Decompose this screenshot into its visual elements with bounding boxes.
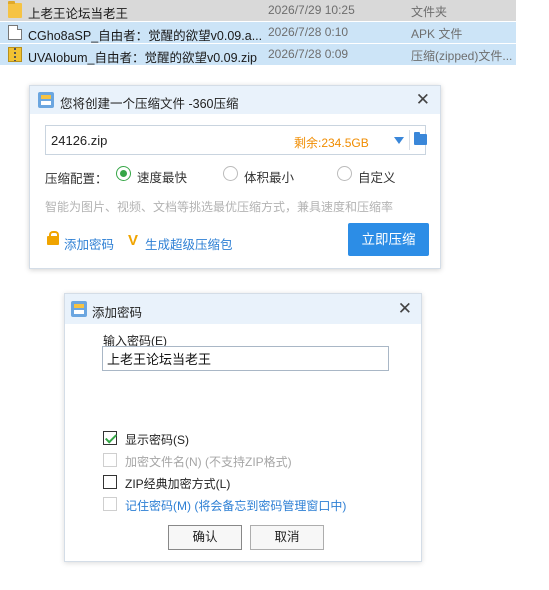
file-row-apk[interactable]: CGho8aSP_自由者：觉醒的欲望v0.09.a... 2026/7/28 0… <box>0 22 516 43</box>
file-date: 2026/7/28 0:10 <box>268 25 349 39</box>
file-name: CGho8aSP_自由者：觉醒的欲望v0.09.a... <box>28 29 263 43</box>
compress-dialog-title-bar[interactable]: 您将创建一个压缩文件 -360压缩 ✕ <box>30 86 440 114</box>
checkbox-label: 显示密码(S) <box>125 433 189 447</box>
file-type: APK 文件 <box>411 27 463 41</box>
password-dialog: 添加密码 ✕ 输入密码(E) 显示密码(S) 加密文件名(N) (不支持ZIP格… <box>64 293 422 562</box>
file-type: 压缩(zipped)文件... <box>411 49 513 63</box>
checkbox-label: 记住密码(M) (将会备忘到密码管理窗口中) <box>125 499 347 513</box>
radio-label: 速度最快 <box>137 171 188 185</box>
radio-label: 自定义 <box>358 171 396 185</box>
password-dialog-title: 添加密码 <box>92 306 143 320</box>
compress-dialog: 您将创建一个压缩文件 -360压缩 ✕ 24126.zip 剩余:234.5GB… <box>29 85 441 269</box>
compress-now-button[interactable]: 立即压缩 <box>348 223 429 256</box>
browse-folder-icon[interactable] <box>414 132 427 145</box>
file-date: 2026/7/28 0:09 <box>268 47 349 61</box>
checkbox-box[interactable] <box>103 431 117 445</box>
config-label: 压缩配置： <box>45 172 108 186</box>
compression-hint: 智能为图片、视频、文档等挑选最优压缩方式，兼具速度和压缩率 <box>45 200 394 214</box>
checkbox-box[interactable] <box>103 475 117 489</box>
password-input[interactable] <box>102 346 389 371</box>
file-type: 文件夹 <box>411 5 448 19</box>
v-badge-icon: V <box>128 232 139 249</box>
remaining-space: 剩余:234.5GB <box>294 136 369 150</box>
confirm-button[interactable]: 确认 <box>168 525 242 550</box>
checkbox-box[interactable] <box>103 497 117 511</box>
app-360zip-icon <box>38 92 54 108</box>
file-icon <box>8 25 22 40</box>
close-icon[interactable]: ✕ <box>416 90 430 110</box>
super-package-label[interactable]: 生成超级压缩包 <box>145 234 233 253</box>
app-360zip-icon <box>71 301 87 317</box>
cancel-button[interactable]: 取消 <box>250 525 324 550</box>
file-row-folder[interactable]: 上老王论坛当老王 2026/7/29 10:25 文件夹 <box>0 0 516 21</box>
divider <box>409 130 410 150</box>
radio-label: 体积最小 <box>244 171 295 185</box>
radio-circle[interactable] <box>116 166 131 181</box>
checkbox-box <box>103 453 117 467</box>
file-date: 2026/7/29 10:25 <box>268 3 355 17</box>
zip-icon <box>8 47 22 62</box>
folder-icon <box>8 1 22 18</box>
file-list: 上老王论坛当老王 2026/7/29 10:25 文件夹 CGho8aSP_自由… <box>0 0 516 66</box>
compress-dialog-title: 您将创建一个压缩文件 -360压缩 <box>60 97 239 111</box>
file-row-zip[interactable]: UVAIobum_自由者：觉醒的欲望v0.09.zip 2026/7/28 0:… <box>0 44 516 65</box>
add-password-label[interactable]: 添加密码 <box>64 234 114 253</box>
chevron-down-icon[interactable] <box>394 137 404 144</box>
lock-icon <box>47 231 59 245</box>
checkbox-label: 加密文件名(N) (不支持ZIP格式) <box>125 455 292 469</box>
checkbox-label: ZIP经典加密方式(L) <box>125 477 231 491</box>
archive-filename[interactable]: 24126.zip <box>51 133 107 148</box>
close-icon[interactable]: ✕ <box>398 299 412 319</box>
radio-circle[interactable] <box>337 166 352 181</box>
password-dialog-title-bar[interactable]: 添加密码 ✕ <box>65 294 421 324</box>
archive-path-field[interactable]: 24126.zip 剩余:234.5GB <box>45 125 427 155</box>
radio-circle[interactable] <box>223 166 238 181</box>
file-name: 上老王论坛当老王 <box>28 7 129 21</box>
file-name: UVAIobum_自由者：觉醒的欲望v0.09.zip <box>28 51 257 65</box>
